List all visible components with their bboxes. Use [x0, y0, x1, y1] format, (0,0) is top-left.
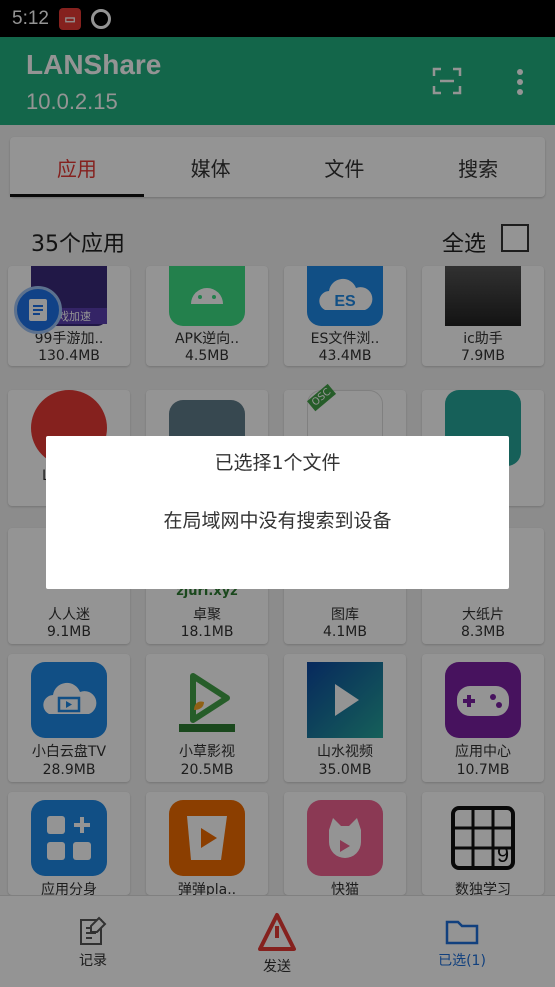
no-device-dialog: 已选择1个文件 在局域网中没有搜索到设备: [46, 436, 509, 589]
dialog-message: 在局域网中没有搜索到设备: [163, 510, 392, 532]
dialog-title: 已选择1个文件: [214, 452, 341, 474]
